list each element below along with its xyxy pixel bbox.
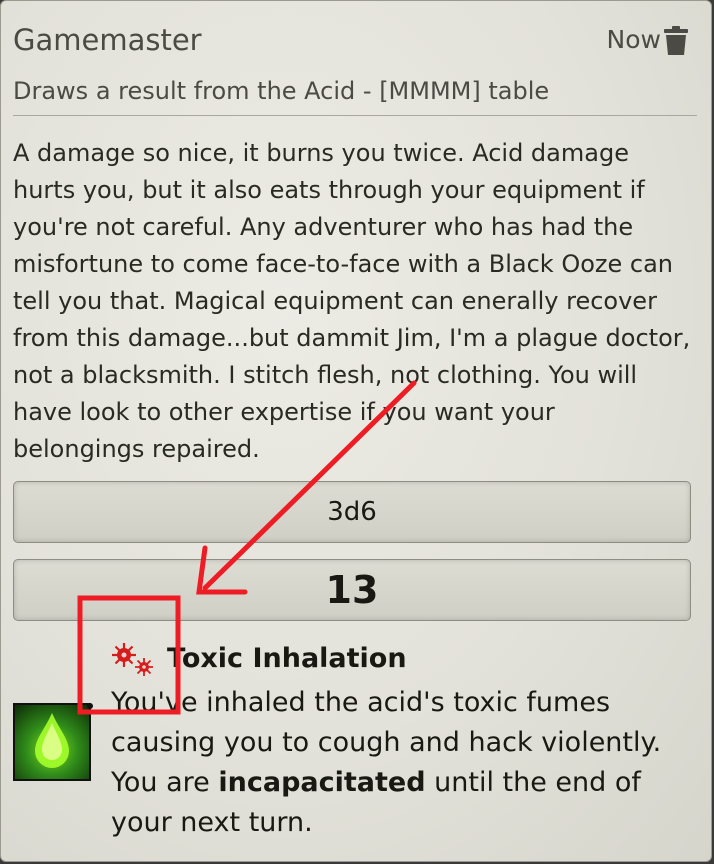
result-body: You've inhaled the acid's toxic fumes ca… (111, 683, 671, 843)
virus-icon (112, 643, 153, 676)
dice-formula[interactable]: 3d6 (13, 481, 691, 543)
message-flavor: Draws a result from the Acid - [MMMM] ta… (13, 77, 697, 116)
result-body-bold: incapacitated (218, 767, 426, 798)
result-title: Toxic Inhalation (167, 643, 407, 674)
dice-total[interactable]: 13 (13, 559, 691, 621)
dice-formula-text: 3d6 (327, 497, 377, 527)
table-description: A damage so nice, it burns you twice. Ac… (13, 139, 691, 463)
message-header: Gamemaster Now (13, 23, 697, 65)
chat-message-card: Gamemaster Now Draws a result from the A… (0, 0, 712, 862)
message-timestamp: Now (606, 25, 661, 54)
acid-drop-icon (13, 703, 91, 781)
list-bullet (87, 703, 93, 709)
dice-total-text: 13 (325, 568, 379, 612)
trash-icon[interactable] (663, 26, 689, 56)
message-speaker: Gamemaster (13, 23, 202, 57)
